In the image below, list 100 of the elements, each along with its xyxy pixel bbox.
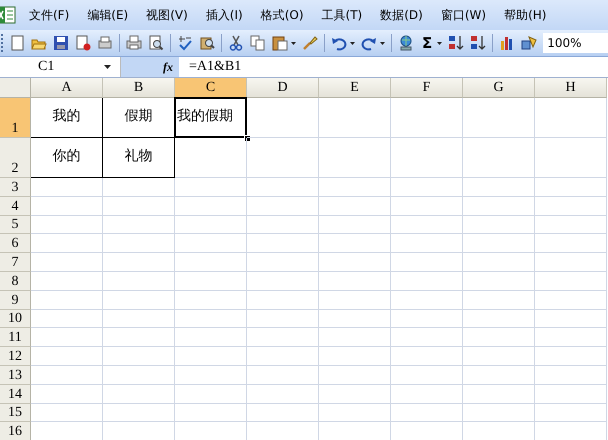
row-header[interactable]: 12: [0, 347, 31, 366]
empty-cell[interactable]: [463, 310, 535, 328]
empty-cell[interactable]: [175, 138, 247, 178]
empty-cell[interactable]: [247, 178, 319, 197]
empty-cell[interactable]: [535, 310, 607, 328]
empty-cell[interactable]: [103, 328, 175, 348]
empty-cell[interactable]: [463, 404, 535, 422]
empty-cell[interactable]: [247, 272, 319, 291]
sort-descending-icon[interactable]: [470, 35, 486, 51]
table-cell[interactable]: 假期: [103, 98, 175, 138]
empty-cell[interactable]: [247, 216, 319, 234]
empty-cell[interactable]: [391, 272, 463, 291]
sum-button[interactable]: Σ: [419, 34, 436, 52]
empty-cell[interactable]: [391, 384, 463, 404]
empty-cell[interactable]: [391, 290, 463, 310]
column-header[interactable]: B: [103, 78, 175, 98]
empty-cell[interactable]: [175, 196, 247, 216]
empty-cell[interactable]: [391, 178, 463, 197]
empty-cell[interactable]: [463, 366, 535, 385]
empty-cell[interactable]: [319, 253, 391, 272]
empty-cell[interactable]: [175, 404, 247, 422]
empty-cell[interactable]: [319, 196, 391, 216]
empty-cell[interactable]: [103, 216, 175, 234]
empty-cell[interactable]: [535, 253, 607, 272]
empty-cell[interactable]: [103, 366, 175, 385]
empty-cell[interactable]: [535, 290, 607, 310]
column-header[interactable]: G: [463, 78, 535, 98]
empty-cell[interactable]: [319, 310, 391, 328]
empty-cell[interactable]: [247, 404, 319, 422]
empty-cell[interactable]: [247, 328, 319, 348]
column-header[interactable]: D: [247, 78, 319, 98]
empty-cell[interactable]: [319, 404, 391, 422]
empty-cell[interactable]: [535, 272, 607, 291]
empty-cell[interactable]: [319, 384, 391, 404]
menu-item[interactable]: 窗口(W): [436, 6, 500, 24]
magnifier-document-icon[interactable]: [148, 35, 164, 51]
empty-cell[interactable]: [103, 253, 175, 272]
empty-cell[interactable]: [319, 328, 391, 348]
empty-cell[interactable]: [103, 310, 175, 328]
empty-cell[interactable]: [391, 234, 463, 254]
empty-cell[interactable]: [319, 347, 391, 366]
empty-cell[interactable]: [247, 196, 319, 216]
row-header[interactable]: 5: [0, 216, 31, 234]
row-header[interactable]: 9: [0, 290, 31, 310]
empty-cell[interactable]: [391, 328, 463, 348]
empty-cell[interactable]: [175, 384, 247, 404]
empty-cell[interactable]: [319, 178, 391, 197]
empty-cell[interactable]: [463, 347, 535, 366]
book-magnifier-icon[interactable]: [199, 35, 215, 51]
empty-cell[interactable]: [535, 234, 607, 254]
empty-cell[interactable]: [103, 272, 175, 291]
dropdown-arrow-icon[interactable]: [291, 42, 296, 44]
empty-cell[interactable]: [535, 196, 607, 216]
empty-cell[interactable]: [175, 216, 247, 234]
empty-cell[interactable]: [535, 347, 607, 366]
empty-cell[interactable]: [535, 328, 607, 348]
menu-item[interactable]: 视图(V): [141, 6, 201, 24]
empty-cell[interactable]: [391, 216, 463, 234]
empty-cell[interactable]: [319, 366, 391, 385]
check-mark-icon[interactable]: [177, 35, 193, 51]
menu-item[interactable]: 编辑(E): [82, 6, 142, 24]
table-cell[interactable]: 我的: [31, 98, 103, 138]
redo-arrow-icon[interactable]: [361, 35, 377, 51]
row-header[interactable]: 4: [0, 196, 31, 216]
empty-cell[interactable]: [463, 384, 535, 404]
empty-cell[interactable]: [103, 384, 175, 404]
row-header[interactable]: 14: [0, 384, 31, 404]
empty-cell[interactable]: [103, 196, 175, 216]
empty-cell[interactable]: [319, 272, 391, 291]
empty-cell[interactable]: [535, 98, 607, 138]
row-header[interactable]: 16: [0, 422, 31, 440]
empty-cell[interactable]: [247, 366, 319, 385]
empty-cell[interactable]: [535, 384, 607, 404]
menu-item[interactable]: 帮助(H): [499, 6, 560, 24]
empty-cell[interactable]: [463, 290, 535, 310]
undo-arrow-icon[interactable]: [331, 35, 347, 51]
empty-cell[interactable]: [391, 310, 463, 328]
empty-cell[interactable]: [391, 196, 463, 216]
row-header[interactable]: 10: [0, 310, 31, 328]
dropdown-arrow-icon[interactable]: [350, 42, 355, 44]
column-header[interactable]: H: [535, 78, 607, 98]
table-cell[interactable]: 礼物: [103, 138, 175, 178]
empty-cell[interactable]: [463, 234, 535, 254]
select-all-corner[interactable]: [0, 78, 31, 98]
empty-cell[interactable]: [391, 366, 463, 385]
empty-cell[interactable]: [463, 328, 535, 348]
column-header[interactable]: F: [391, 78, 463, 98]
shapes-icon[interactable]: [521, 35, 538, 51]
empty-cell[interactable]: [319, 138, 391, 178]
empty-cell[interactable]: [535, 404, 607, 422]
table-cell[interactable]: 我的假期: [175, 98, 247, 138]
printer-icon[interactable]: [126, 35, 142, 51]
empty-cell[interactable]: [247, 138, 319, 178]
column-header[interactable]: E: [319, 78, 391, 98]
row-header[interactable]: 3: [0, 178, 31, 197]
menu-item[interactable]: 文件(F): [24, 6, 82, 24]
row-header[interactable]: 8: [0, 272, 31, 291]
empty-cell[interactable]: [391, 404, 463, 422]
empty-cell[interactable]: [103, 234, 175, 254]
scissors-icon[interactable]: [228, 35, 244, 51]
